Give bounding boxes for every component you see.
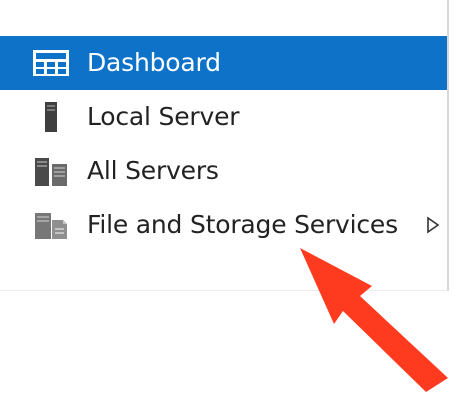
nav-item-local-server[interactable]: Local Server [0, 90, 447, 144]
file-storage-icon [35, 213, 67, 239]
nav-item-label: All Servers [87, 156, 219, 185]
navigation-pane: Dashboard Local Server All Servers File … [0, 0, 449, 291]
dashboard-icon [33, 50, 69, 76]
server-manager-screen: Dashboard Local Server All Servers File … [0, 0, 454, 394]
chevron-right-icon[interactable] [424, 215, 442, 235]
servers-icon [35, 158, 67, 186]
nav-item-dashboard[interactable]: Dashboard [0, 36, 447, 90]
nav-item-label: Local Server [87, 102, 240, 131]
server-icon [45, 102, 57, 132]
nav-item-label: File and Storage Services [87, 210, 398, 239]
nav-item-label: Dashboard [87, 48, 221, 77]
nav-item-file-storage-services[interactable]: File and Storage Services [0, 198, 447, 252]
nav-item-all-servers[interactable]: All Servers [0, 144, 447, 198]
